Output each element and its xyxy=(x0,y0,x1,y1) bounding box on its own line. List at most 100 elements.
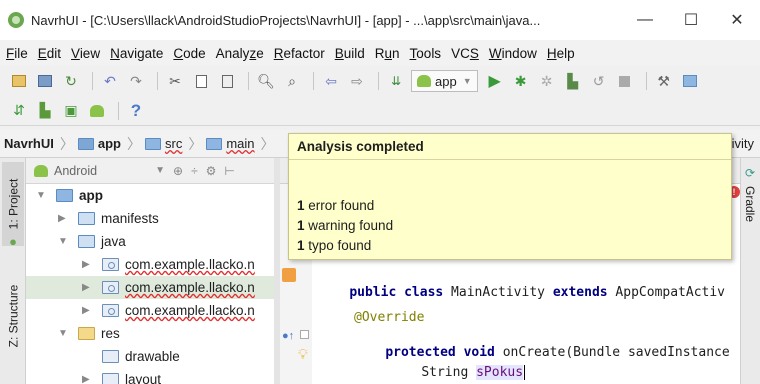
breadcrumb-item-main[interactable]: main 〉 xyxy=(206,134,275,154)
maximize-button[interactable]: ☐ xyxy=(668,0,714,40)
open-folder-icon[interactable] xyxy=(8,70,30,92)
package-icon xyxy=(102,281,119,294)
breadcrumb-item-app[interactable]: app 〉 xyxy=(77,134,141,154)
main-toolbar: ↻ ↶ ↷ ✂ 🔍︎ ⌕ ⇦ ⇨ ⇊ app ▼ ▶ ✱ ✲ ▙ ↺ ⚒ xyxy=(0,66,760,96)
tree-item-app[interactable]: ▼ app xyxy=(26,184,274,207)
tree-item-layout[interactable]: ▶ layout xyxy=(26,368,274,384)
collapse-arrow-icon[interactable]: ▶ xyxy=(82,374,90,384)
folder-icon xyxy=(144,137,161,150)
paste-icon[interactable] xyxy=(216,70,238,92)
errors-summary[interactable]: 1 error found xyxy=(297,198,374,213)
make-project-icon[interactable]: ⇊ xyxy=(385,70,407,92)
toolbar-separator xyxy=(118,101,119,120)
close-button[interactable]: ✕ xyxy=(714,0,760,40)
project-view-select[interactable]: Android xyxy=(54,164,97,178)
menu-item[interactable]: Tools xyxy=(410,46,442,61)
tree-item-java[interactable]: ▼ java xyxy=(26,230,274,253)
popup-title: Analysis completed xyxy=(289,134,731,160)
apply-changes-icon[interactable]: ▙ xyxy=(562,70,584,92)
folder-icon xyxy=(206,137,223,150)
tree-item-package[interactable]: ▶ com.example.llacko.n xyxy=(26,276,274,299)
warnings-summary[interactable]: 1 warning found xyxy=(297,218,393,233)
menu-item[interactable]: Window xyxy=(489,46,537,61)
forward-icon[interactable]: ⇨ xyxy=(346,70,368,92)
toolbar-separator xyxy=(248,72,249,90)
window-title: NavrhUI - [C:\Users\llack\AndroidStudioP… xyxy=(31,12,541,28)
collapse-arrow-icon[interactable]: ▶ xyxy=(82,305,90,316)
avd-manager-icon[interactable]: ▣ xyxy=(60,100,82,122)
android-icon[interactable]: ● xyxy=(2,232,24,250)
expand-arrow-icon[interactable]: ▼ xyxy=(36,190,46,201)
tab-gradle-label: Gradle xyxy=(743,186,757,223)
tree-item-drawable[interactable]: drawable xyxy=(26,345,274,368)
collapse-icon[interactable]: ÷ xyxy=(191,164,198,178)
right-tool-stripe: ⟳ Gradle xyxy=(740,158,760,384)
menu-item[interactable]: File xyxy=(6,46,28,61)
device-monitor-icon[interactable]: ▙ xyxy=(34,100,56,122)
android-sdk-icon[interactable] xyxy=(86,100,108,122)
gear-icon[interactable]: ⚙ xyxy=(206,164,217,178)
menu-item[interactable]: VCS xyxy=(451,46,479,61)
undo-icon[interactable]: ↶ xyxy=(99,70,121,92)
toolbar-separator xyxy=(378,72,379,90)
project-structure-icon[interactable]: ⚒ xyxy=(653,70,675,92)
tree-item-manifests[interactable]: ▶ manifests xyxy=(26,207,274,230)
lightbulb-icon[interactable]: 💡︎ xyxy=(298,346,308,363)
tree-item-label: drawable xyxy=(125,349,180,364)
typos-summary[interactable]: 1 typo found xyxy=(297,238,371,253)
menu-item[interactable]: Build xyxy=(335,46,365,61)
folder-icon xyxy=(78,235,95,248)
breadcrumb-item-src[interactable]: src 〉 xyxy=(144,134,202,154)
tree-item-label: com.example.llacko.n xyxy=(125,303,255,318)
sync-scroll-icon[interactable]: ⊕ xyxy=(173,164,183,178)
fold-icon[interactable] xyxy=(300,330,309,339)
menu-bar: File Edit View Navigate Code Analyze Refactor B… xyxy=(0,40,760,66)
cut-icon[interactable]: ✂ xyxy=(164,70,186,92)
toolbar-separator xyxy=(92,72,93,90)
analysis-popup[interactable]: Analysis completed 1 error found 1 warni… xyxy=(288,133,732,260)
menu-item[interactable]: Help xyxy=(547,46,575,61)
stop-icon[interactable] xyxy=(614,70,636,92)
sdk-manager-icon[interactable] xyxy=(679,70,701,92)
minimize-button[interactable]: — xyxy=(622,0,668,40)
override-marker-icon[interactable]: ●↑ xyxy=(282,330,294,342)
breadcrumb-item-project[interactable]: NavrhUI 〉 xyxy=(4,134,74,154)
menu-item[interactable]: View xyxy=(71,46,100,61)
menu-item[interactable]: Analyze xyxy=(216,46,264,61)
tree-item-package[interactable]: ▶ com.example.llacko.n xyxy=(26,253,274,276)
copy-icon[interactable] xyxy=(190,70,212,92)
collapse-arrow-icon[interactable]: ▶ xyxy=(82,282,90,293)
chevron-down-icon[interactable]: ▼ xyxy=(155,165,165,176)
tab-structure[interactable]: Z: Structure xyxy=(2,268,24,364)
redo-icon[interactable]: ↷ xyxy=(125,70,147,92)
chevron-down-icon: ▼ xyxy=(462,76,472,86)
menu-item[interactable]: Edit xyxy=(38,46,61,61)
gradle-sync-icon[interactable]: ⇵ xyxy=(8,100,30,122)
run-configuration-select[interactable]: app ▼ xyxy=(411,70,478,92)
find-icon[interactable]: 🔍︎ xyxy=(255,70,277,92)
attach-debugger-icon[interactable]: ✲ xyxy=(536,70,558,92)
debug-icon[interactable]: ✱ xyxy=(510,70,532,92)
replace-icon[interactable]: ⌕ xyxy=(281,70,303,92)
menu-item[interactable]: Refactor xyxy=(274,46,325,61)
save-icon[interactable] xyxy=(34,70,56,92)
collapse-arrow-icon[interactable]: ▶ xyxy=(58,213,66,224)
sync-icon[interactable]: ↻ xyxy=(60,70,82,92)
run-icon[interactable]: ▶ xyxy=(484,70,506,92)
tree-item-package[interactable]: ▶ com.example.llacko.n xyxy=(26,299,274,322)
menu-item[interactable]: Run xyxy=(375,46,400,61)
expand-arrow-icon[interactable]: ▼ xyxy=(58,328,68,339)
collapse-arrow-icon[interactable]: ▶ xyxy=(82,259,90,270)
gradle-icon[interactable]: ⟳ xyxy=(745,166,755,180)
expand-arrow-icon[interactable]: ▼ xyxy=(58,236,68,247)
breadcrumb-label: app xyxy=(97,136,121,151)
code-line-override: @Override xyxy=(354,310,425,325)
menu-item[interactable]: Code xyxy=(173,46,205,61)
help-icon[interactable]: ? xyxy=(125,100,147,122)
tree-item-res[interactable]: ▼ res xyxy=(26,322,274,345)
toolbar-separator xyxy=(157,72,158,90)
hide-icon[interactable]: ⊢ xyxy=(224,164,234,178)
menu-item[interactable]: Navigate xyxy=(110,46,163,61)
rerun-icon[interactable]: ↺ xyxy=(588,70,610,92)
back-icon[interactable]: ⇦ xyxy=(320,70,342,92)
